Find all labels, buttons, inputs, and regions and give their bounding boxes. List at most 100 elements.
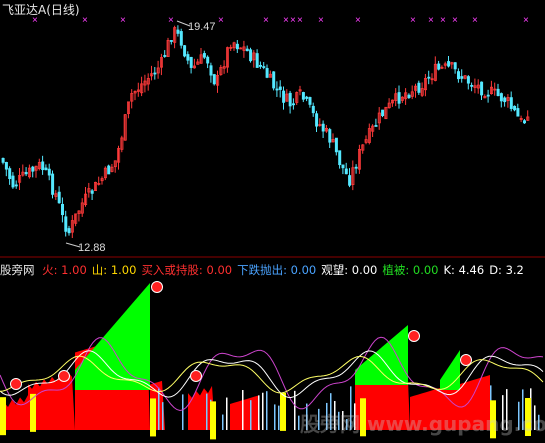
candle <box>163 50 167 58</box>
legend-item-value: 0.00 <box>286 263 317 277</box>
candle <box>334 137 338 156</box>
stock-chart[interactable]: × × × × × × × × × × × × × × × × × 19.47 12.88 <box>0 0 545 443</box>
period-label: (日线) <box>46 3 80 17</box>
candle <box>166 37 170 57</box>
legend-item: 山: 1.00 <box>92 263 137 277</box>
candle <box>18 167 22 191</box>
bar <box>242 390 244 430</box>
candle <box>97 176 101 186</box>
candle <box>229 44 233 52</box>
candle <box>34 165 38 178</box>
candle <box>397 85 401 109</box>
candle <box>351 160 355 191</box>
candle <box>44 164 48 171</box>
signal-x-marker: × <box>168 15 174 26</box>
candle <box>453 62 457 74</box>
legend-item: 火: 1.00 <box>42 263 87 277</box>
signal-x-marker: × <box>440 15 446 26</box>
candle <box>156 60 160 79</box>
legend-item: 买入或持股: 0.00 <box>141 263 232 277</box>
candle <box>54 190 58 200</box>
candle <box>258 61 262 69</box>
candle <box>117 145 121 170</box>
candle <box>265 64 269 79</box>
candle <box>463 75 467 80</box>
candle <box>90 188 94 201</box>
candle <box>212 73 216 86</box>
candle <box>47 163 51 181</box>
candle <box>255 49 259 68</box>
candle <box>400 96 404 103</box>
legend-item-label: K: <box>443 263 455 277</box>
signal-dot <box>10 378 22 390</box>
candle <box>371 124 375 137</box>
candle <box>80 198 84 217</box>
signal-x-marker: × <box>263 15 269 26</box>
candle <box>136 82 140 97</box>
candle <box>219 64 223 76</box>
candle <box>176 25 180 37</box>
candle <box>308 96 312 108</box>
candle <box>285 89 289 102</box>
candle <box>414 83 418 98</box>
candle <box>74 213 78 227</box>
legend-item-label: 火: <box>42 263 58 277</box>
candle <box>146 73 150 91</box>
candle <box>387 98 391 109</box>
candle <box>11 172 15 189</box>
candle <box>159 53 163 76</box>
mountain-bar <box>150 398 156 437</box>
legend-item-value: 0.00 <box>202 263 233 277</box>
candle <box>324 125 328 133</box>
candle <box>67 225 71 236</box>
candle <box>443 61 447 70</box>
candle <box>420 82 424 97</box>
legend-item-label: 下跌抛出: <box>237 263 287 277</box>
candle <box>381 109 385 118</box>
signal-dot <box>460 354 472 366</box>
candle <box>51 170 55 199</box>
candle <box>192 58 196 69</box>
candle <box>70 215 74 239</box>
mountain-bar <box>280 392 286 431</box>
candle <box>311 102 315 117</box>
high-price-label: 19.47 <box>188 21 216 33</box>
bar <box>226 397 228 430</box>
candle <box>466 75 470 90</box>
candle <box>100 176 104 185</box>
candle <box>480 81 484 101</box>
candle <box>450 61 454 69</box>
candle <box>476 79 480 94</box>
candle <box>107 164 111 175</box>
candle <box>470 82 474 92</box>
candle <box>404 88 408 105</box>
bar <box>158 387 160 430</box>
candle <box>225 46 229 73</box>
legend-item-value: 4.46 <box>454 263 485 277</box>
signal-x-marker: × <box>290 15 296 26</box>
indicator-legend: 股旁网 火: 1.00 山: 1.00 买入或持股: 0.00 下跌抛出: 0.00 观… <box>0 262 529 278</box>
candle <box>394 88 398 107</box>
candle <box>199 47 203 64</box>
candle <box>483 94 487 99</box>
candle <box>321 120 325 139</box>
candlestick-series[interactable] <box>1 25 530 239</box>
candle <box>242 40 246 58</box>
candle <box>295 91 299 106</box>
candle <box>291 98 295 110</box>
bar <box>250 400 252 430</box>
legend-item-value: 3.2 <box>501 263 524 277</box>
candle <box>433 56 437 82</box>
candle <box>506 94 510 108</box>
candle <box>57 186 61 204</box>
bar <box>278 405 280 430</box>
candle <box>113 160 117 173</box>
candle <box>186 51 190 65</box>
signal-x-marker: × <box>120 15 126 26</box>
bar <box>262 392 264 430</box>
candle <box>447 55 451 68</box>
signal-dot <box>58 370 70 382</box>
candle <box>519 115 523 123</box>
candle <box>272 71 276 91</box>
candle <box>526 110 530 121</box>
